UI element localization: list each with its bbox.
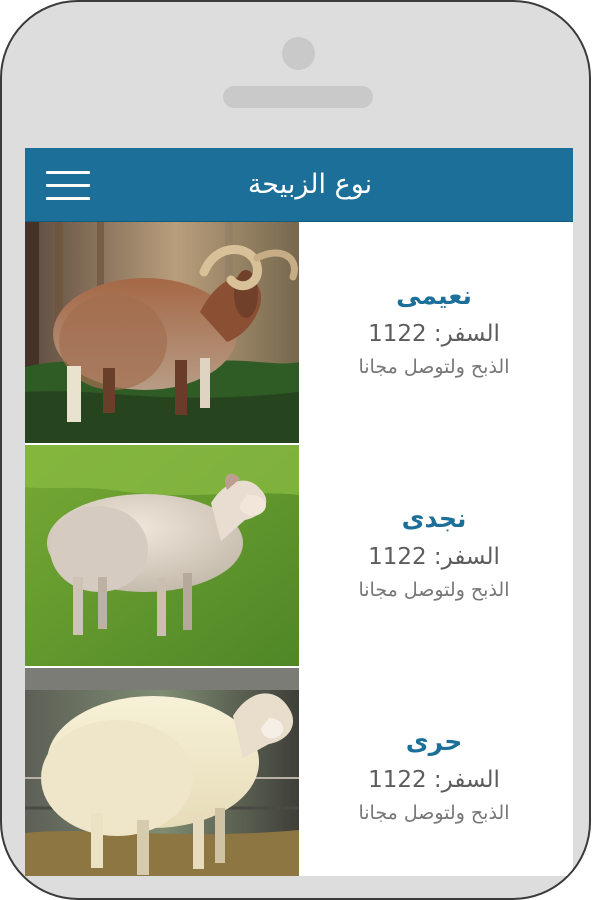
hamburger-menu-icon[interactable]: [46, 170, 92, 202]
phone-speaker: [223, 86, 373, 108]
app-screen: نوع الزبيحة نعيمى السفر: 1122 الذبح ولتو…: [25, 148, 573, 876]
menu-line: [46, 197, 90, 200]
sheep-price: السفر: 1122: [368, 544, 500, 570]
sheep-name: نعيمى: [396, 281, 472, 310]
sheep-type-list: نعيمى السفر: 1122 الذبح ولتوصل مجانا نجد…: [25, 222, 573, 876]
sheep-on-grass-illustration: [25, 445, 299, 666]
app-header: نوع الزبيحة: [25, 148, 573, 222]
page-title: نوع الزبيحة: [247, 169, 373, 200]
sheep-price: السفر: 1122: [368, 767, 500, 793]
phone-frame: نوع الزبيحة نعيمى السفر: 1122 الذبح ولتو…: [0, 0, 591, 900]
sheep-service-note: الذبح ولتوصل مجانا: [358, 356, 510, 378]
sheep-name: حرى: [405, 727, 463, 756]
sheep-list-item[interactable]: نعيمى السفر: 1122 الذبح ولتوصل مجانا: [25, 222, 573, 445]
menu-line: [46, 184, 90, 187]
sheep-info: حرى السفر: 1122 الذبح ولتوصل مجانا: [325, 668, 543, 876]
sheep-list-item[interactable]: حرى السفر: 1122 الذبح ولتوصل مجانا: [25, 668, 573, 876]
sheep-image: [25, 222, 299, 443]
sheep-name: نجدى: [401, 504, 467, 533]
phone-camera: [282, 37, 315, 70]
sheep-image: [25, 668, 299, 876]
ram-illustration: [25, 222, 299, 443]
sheep-image: [25, 445, 299, 666]
sheep-service-note: الذبح ولتوصل مجانا: [358, 802, 510, 824]
sheep-info: نجدى السفر: 1122 الذبح ولتوصل مجانا: [325, 445, 543, 666]
sheep-price: السفر: 1122: [368, 321, 500, 347]
menu-line: [46, 171, 90, 174]
long-wool-sheep-illustration: [25, 668, 299, 876]
sheep-list-item[interactable]: نجدى السفر: 1122 الذبح ولتوصل مجانا: [25, 445, 573, 668]
sheep-service-note: الذبح ولتوصل مجانا: [358, 579, 510, 601]
sheep-info: نعيمى السفر: 1122 الذبح ولتوصل مجانا: [325, 222, 543, 443]
